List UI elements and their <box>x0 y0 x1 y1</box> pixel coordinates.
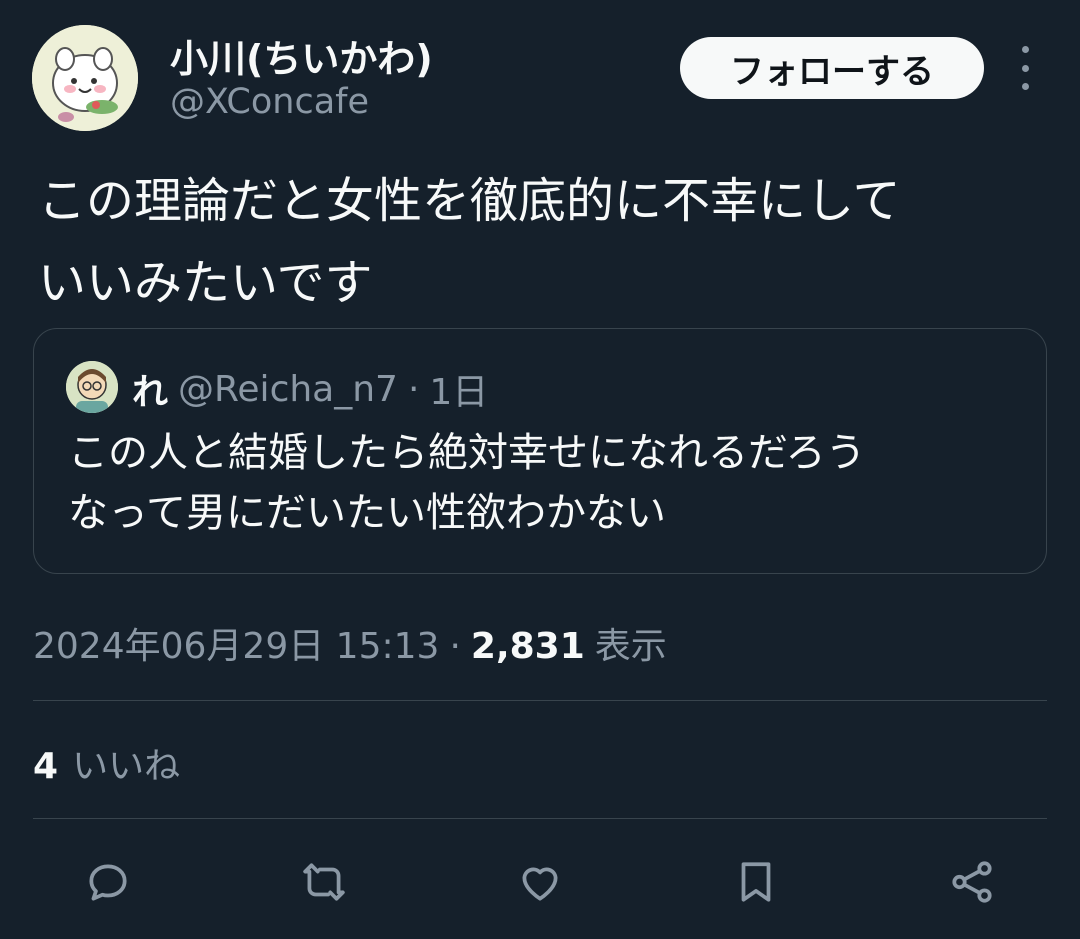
retweet-icon <box>303 863 345 901</box>
quote-header: れ @Reicha_n7 · 1日 <box>132 363 488 415</box>
more-dot <box>1021 46 1029 53</box>
quote-author-avatar <box>66 361 118 413</box>
avatar-image <box>32 25 138 131</box>
quote-text-line: この人と結婚したら絶対幸せになれるだろう <box>68 430 866 476</box>
tweet-text-line: この理論だと女性を徹底的に不幸にして <box>38 173 901 229</box>
divider <box>33 818 1047 819</box>
bookmark-icon <box>741 862 771 902</box>
quote-timestamp: 1日 <box>429 372 489 413</box>
more-dot <box>1021 64 1029 72</box>
more-dot <box>1021 83 1029 90</box>
share-button[interactable] <box>942 852 1002 912</box>
quote-tweet-card[interactable]: れ @Reicha_n7 · 1日 この人と結婚したら絶対幸せになれるだろう な… <box>33 328 1047 574</box>
quote-author-handle: @Reicha_n7 <box>178 368 398 410</box>
author-handle[interactable]: @XConcafe <box>170 82 369 122</box>
tweet-metadata: 2024年06月29日 15:13 · 2,831 表示 <box>33 617 667 669</box>
likes-count: 4 <box>33 746 59 787</box>
more-options-icon[interactable] <box>1010 46 1040 90</box>
quote-separator: · <box>407 368 420 410</box>
quote-author-name: れ <box>132 372 169 413</box>
quote-avatar-image <box>66 361 118 413</box>
likes-label: いいね <box>72 746 181 787</box>
quote-text: この人と結婚したら絶対幸せになれるだろう なって男にだいたい性欲わかない <box>68 423 1028 543</box>
follow-button[interactable]: フォローする <box>680 37 984 99</box>
tweet-text: この理論だと女性を徹底的に不幸にして いいみたいです <box>38 160 1048 324</box>
reply-button[interactable] <box>78 852 138 912</box>
tweet-text-line: いいみたいです <box>38 255 373 311</box>
author-avatar[interactable] <box>32 25 138 131</box>
divider <box>33 700 1047 701</box>
quote-text-line: なって男にだいたい性欲わかない <box>68 490 666 536</box>
retweet-button[interactable] <box>294 852 354 912</box>
views-label: 表示 <box>594 626 667 667</box>
meta-separator: · <box>449 626 461 667</box>
share-icon <box>952 861 992 903</box>
bookmark-button[interactable] <box>726 852 786 912</box>
like-icon <box>522 867 558 901</box>
tweet-datetime[interactable]: 2024年06月29日 15:13 <box>33 617 439 669</box>
likes-summary[interactable]: 4 いいね <box>33 737 180 789</box>
reply-icon <box>89 864 127 901</box>
views-count: 2,831 <box>470 626 585 667</box>
like-button[interactable] <box>510 852 570 912</box>
author-display-name[interactable]: 小川(ちいかわ) <box>170 28 433 83</box>
